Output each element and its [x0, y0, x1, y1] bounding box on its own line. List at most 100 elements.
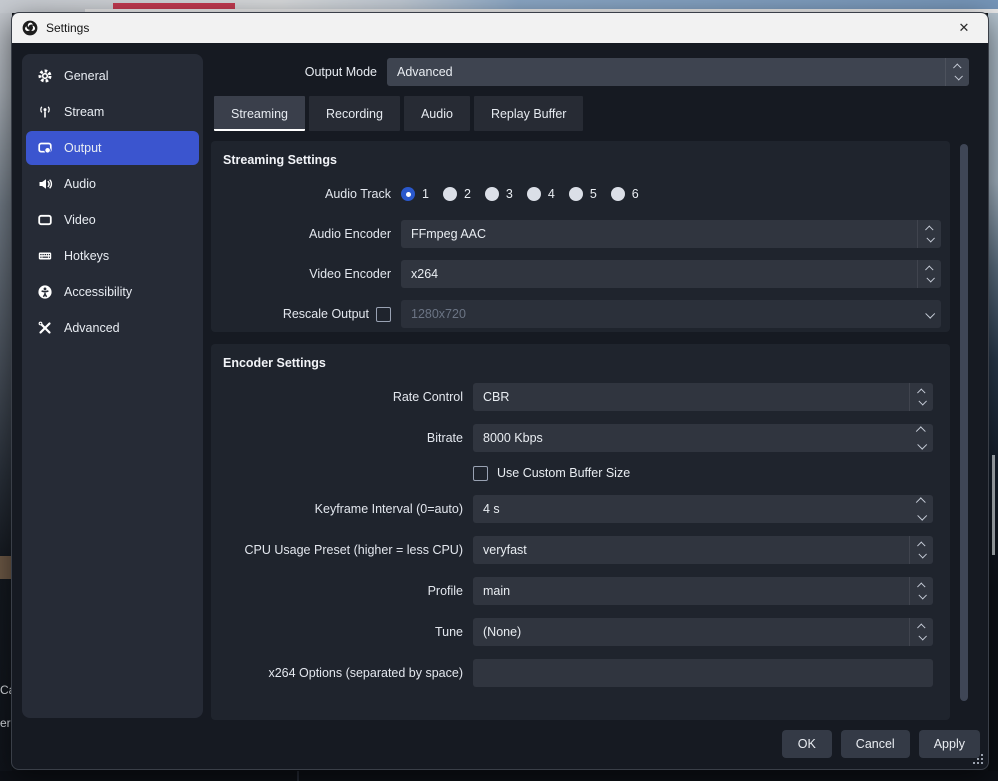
- desktop-right-edge: [988, 13, 998, 781]
- tab-replay-buffer[interactable]: Replay Buffer: [474, 96, 584, 131]
- spinner-arrows[interactable]: [945, 58, 969, 86]
- bitrate-label: Bitrate: [427, 431, 463, 445]
- radio-track-4[interactable]: 4: [527, 187, 555, 201]
- audio-encoder-label: Audio Encoder: [309, 227, 391, 241]
- radio-track-3[interactable]: 3: [485, 187, 513, 201]
- radio-icon: [443, 187, 457, 201]
- custom-buffer-row: Use Custom Buffer Size: [473, 465, 950, 481]
- window-title: Settings: [46, 21, 89, 35]
- rate-control-select[interactable]: CBR: [473, 383, 933, 411]
- sidebar-item-label: Stream: [64, 105, 104, 119]
- cpu-preset-select[interactable]: veryfast: [473, 536, 933, 564]
- radio-track-2[interactable]: 2: [443, 187, 471, 201]
- tune-row: Tune (None): [223, 618, 950, 646]
- chevron-up-icon: [915, 426, 925, 436]
- audio-encoder-value: FFmpeg AAC: [411, 227, 486, 241]
- chevron-down-icon: [918, 397, 926, 405]
- rate-control-row: Rate Control CBR: [223, 383, 950, 411]
- settings-dialog: Settings ✕ General Stream Output: [11, 12, 989, 770]
- spinner-arrows[interactable]: [909, 536, 933, 564]
- radio-track-1[interactable]: 1: [401, 187, 429, 201]
- sidebar-item-output[interactable]: Output: [26, 131, 199, 165]
- sidebar-item-label: Audio: [64, 177, 96, 191]
- radio-icon: [569, 187, 583, 201]
- radio-label: 6: [632, 187, 639, 201]
- cancel-button[interactable]: Cancel: [841, 730, 910, 758]
- audio-encoder-select[interactable]: FFmpeg AAC: [401, 220, 941, 248]
- rescale-resolution-select[interactable]: 1280x720: [401, 300, 941, 328]
- output-tabs: Streaming Recording Audio Replay Buffer: [214, 96, 583, 131]
- chevron-down-icon: [918, 591, 926, 599]
- vertical-scrollbar[interactable]: [960, 144, 968, 701]
- radio-icon: [527, 187, 541, 201]
- sidebar-item-accessibility[interactable]: Accessibility: [26, 275, 199, 309]
- tab-audio[interactable]: Audio: [404, 96, 470, 131]
- radio-track-6[interactable]: 6: [611, 187, 639, 201]
- keyframe-interval-row: Keyframe Interval (0=auto) 4 s: [223, 495, 950, 523]
- speaker-icon: [37, 176, 53, 192]
- radio-label: 5: [590, 187, 597, 201]
- panel-title: Streaming Settings: [223, 153, 950, 167]
- panel-title: Encoder Settings: [223, 356, 950, 370]
- title-bar[interactable]: Settings ✕: [12, 13, 988, 43]
- audio-track-row: Audio Track 1 2 3 4 5 6: [223, 180, 950, 208]
- chevron-down-icon: [954, 72, 962, 80]
- spinner-arrows[interactable]: [909, 577, 933, 605]
- spinner-arrows[interactable]: [909, 424, 933, 452]
- close-icon[interactable]: ✕: [950, 16, 978, 40]
- bitrate-spinbox[interactable]: 8000 Kbps: [473, 424, 933, 452]
- cpu-preset-value: veryfast: [483, 543, 527, 557]
- chevron-up-icon: [917, 582, 925, 590]
- x264-options-input[interactable]: [473, 659, 933, 687]
- radio-track-5[interactable]: 5: [569, 187, 597, 201]
- spinner-arrows[interactable]: [909, 383, 933, 411]
- x264-options-label: x264 Options (separated by space): [268, 666, 463, 680]
- tab-recording[interactable]: Recording: [309, 96, 400, 131]
- sidebar-item-audio[interactable]: Audio: [26, 167, 199, 201]
- tab-streaming[interactable]: Streaming: [214, 96, 305, 131]
- spinner-arrows[interactable]: [909, 495, 933, 523]
- sidebar-item-video[interactable]: Video: [26, 203, 199, 237]
- keyframe-interval-value: 4 s: [483, 502, 500, 516]
- custom-buffer-checkbox[interactable]: [473, 466, 488, 481]
- keyframe-interval-spinbox[interactable]: 4 s: [473, 495, 933, 523]
- sidebar-item-hotkeys[interactable]: Hotkeys: [26, 239, 199, 273]
- chevron-up-icon: [925, 225, 933, 233]
- audio-encoder-row: Audio Encoder FFmpeg AAC: [223, 220, 950, 248]
- radio-label: 3: [506, 187, 513, 201]
- rate-control-label: Rate Control: [393, 390, 463, 404]
- profile-label: Profile: [428, 584, 463, 598]
- streaming-settings-panel: Streaming Settings Audio Track 1 2 3 4 5…: [211, 141, 950, 332]
- tune-select[interactable]: (None): [473, 618, 933, 646]
- chevron-down-icon: [925, 308, 935, 318]
- sidebar-item-general[interactable]: General: [26, 59, 199, 93]
- sidebar-item-advanced[interactable]: Advanced: [26, 311, 199, 345]
- cpu-preset-row: CPU Usage Preset (higher = less CPU) ver…: [223, 536, 950, 564]
- resize-grip[interactable]: [973, 754, 983, 764]
- sidebar-item-stream[interactable]: Stream: [26, 95, 199, 129]
- sidebar-item-label: Accessibility: [64, 285, 132, 299]
- ok-button[interactable]: OK: [782, 730, 832, 758]
- apply-button[interactable]: Apply: [919, 730, 980, 758]
- profile-select[interactable]: main: [473, 577, 933, 605]
- encoder-settings-panel: Encoder Settings Rate Control CBR Bitrat…: [211, 344, 950, 720]
- x264-options-row: x264 Options (separated by space): [223, 659, 950, 687]
- video-encoder-select[interactable]: x264: [401, 260, 941, 288]
- rescale-output-checkbox[interactable]: [376, 307, 391, 322]
- cpu-preset-label: CPU Usage Preset (higher = less CPU): [245, 543, 463, 557]
- radio-label: 2: [464, 187, 471, 201]
- sidebar-item-label: Output: [64, 141, 102, 155]
- sidebar-item-label: Video: [64, 213, 96, 227]
- chevron-down-icon: [917, 440, 927, 450]
- output-mode-value: Advanced: [397, 65, 453, 79]
- settings-sidebar: General Stream Output Audio: [22, 54, 203, 718]
- spinner-arrows[interactable]: [917, 220, 941, 248]
- tune-value: (None): [483, 625, 521, 639]
- audio-track-label: Audio Track: [325, 187, 391, 201]
- chevron-down-icon: [918, 550, 926, 558]
- chevron-up-icon: [917, 388, 925, 396]
- output-mode-select[interactable]: Advanced: [387, 58, 969, 86]
- spinner-arrows[interactable]: [917, 260, 941, 288]
- spinner-arrows[interactable]: [909, 618, 933, 646]
- antenna-icon: [37, 104, 53, 120]
